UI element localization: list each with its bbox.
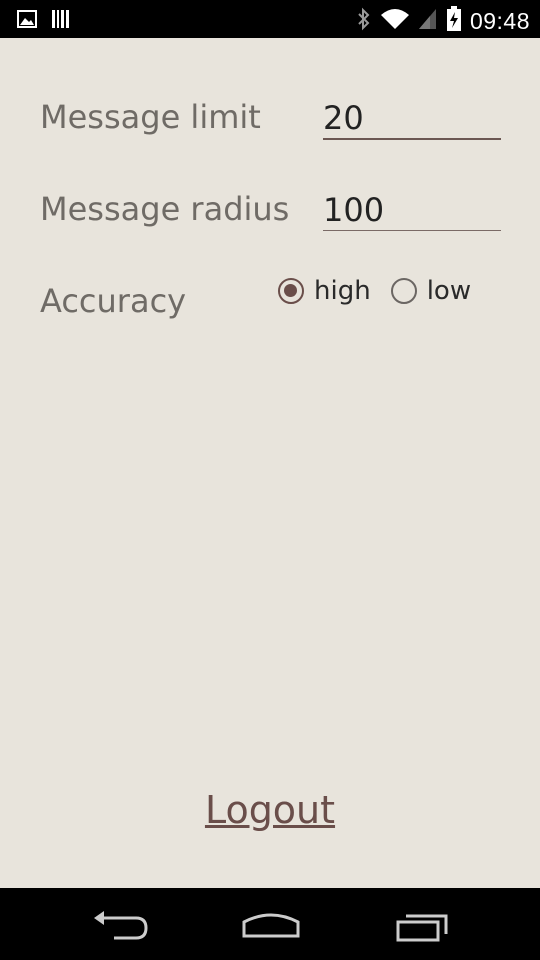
accuracy-label: Accuracy — [40, 282, 187, 320]
recent-apps-icon[interactable] — [390, 906, 460, 946]
message-radius-value[interactable]: 100 — [323, 190, 384, 230]
accuracy-high-radio[interactable]: high — [278, 276, 371, 306]
message-limit-row: Message limit 20 — [40, 94, 510, 144]
clock: 09:48 — [469, 7, 530, 34]
logout-link[interactable]: Logout — [205, 788, 335, 832]
accuracy-high-label[interactable]: high — [314, 276, 371, 306]
accuracy-radio-group: high low — [278, 276, 491, 306]
barcode-icon — [51, 9, 71, 33]
back-icon[interactable] — [86, 906, 156, 946]
accuracy-low-label[interactable]: low — [427, 276, 471, 306]
image-icon — [17, 10, 37, 32]
bluetooth-icon — [356, 7, 372, 35]
message-limit-value[interactable]: 20 — [323, 98, 364, 138]
wifi-icon — [380, 7, 410, 35]
battery-charging-icon — [446, 6, 462, 36]
radio-checked-icon[interactable] — [278, 278, 304, 304]
navigation-bar — [0, 888, 540, 960]
message-radius-label: Message radius — [40, 190, 290, 228]
message-radius-row: Message radius 100 — [40, 186, 510, 236]
logout-container: Logout — [0, 788, 540, 832]
accuracy-row: Accuracy high low — [40, 276, 510, 332]
settings-screen: Message limit 20 Message radius 100 Accu… — [0, 38, 540, 888]
accuracy-low-radio[interactable]: low — [390, 276, 471, 306]
message-limit-field[interactable]: 20 — [323, 94, 501, 140]
status-bar: 09:48 — [0, 0, 540, 38]
radio-unchecked-icon[interactable] — [390, 278, 417, 304]
message-limit-label: Message limit — [40, 98, 261, 136]
home-icon[interactable] — [238, 906, 308, 946]
message-radius-field[interactable]: 100 — [323, 186, 501, 231]
cell-signal-icon — [418, 7, 438, 35]
